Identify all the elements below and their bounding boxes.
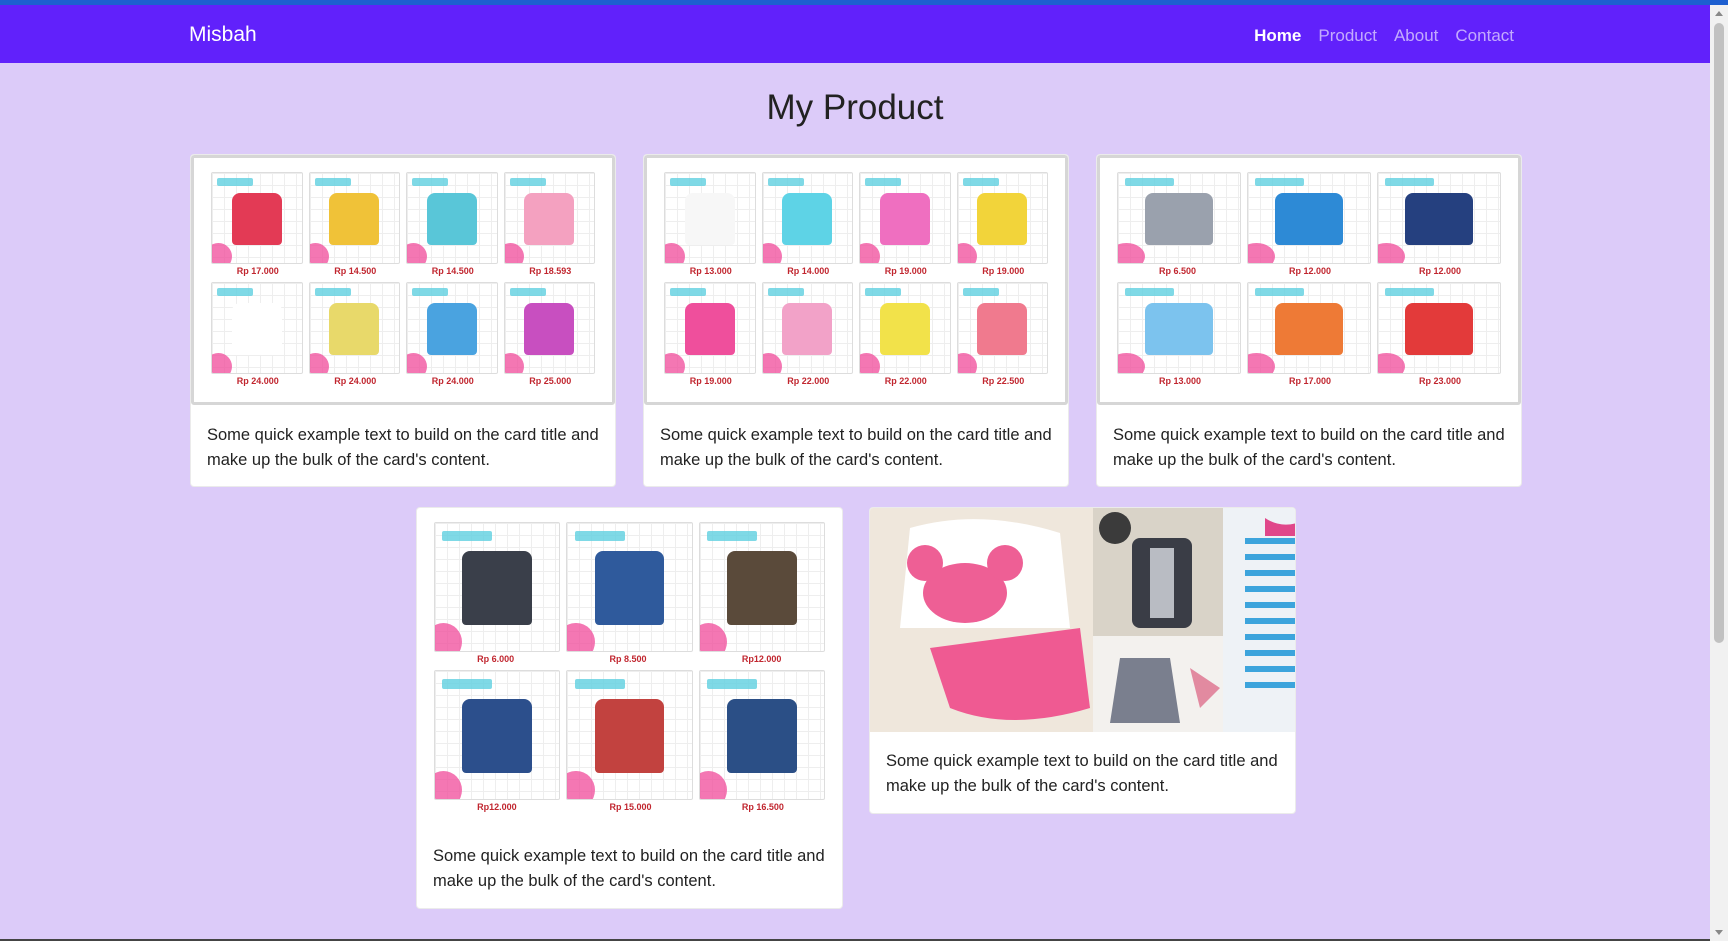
price-tag: Rp 17.000 [1289, 376, 1332, 386]
page-title: My Product [766, 88, 944, 127]
price-tag: Rp 14.500 [431, 266, 474, 276]
scrollbar-thumb[interactable] [1714, 23, 1724, 643]
price-tag: Rp 14.000 [787, 266, 830, 276]
product-photo-collage [870, 508, 1295, 732]
product-thumbnail [308, 172, 400, 264]
scroll-down-arrow-icon[interactable] [1715, 930, 1723, 935]
price-tag: Rp 22.000 [884, 376, 927, 386]
product-thumbnail [698, 670, 825, 800]
product-thumbnail [434, 522, 561, 652]
product-image-2: Rp 13.000 Rp 14.000 Rp 19.000 Rp 19.000 Rp 1… [644, 155, 1068, 405]
price-tag: Rp 17.000 [236, 266, 279, 276]
price-tag: Rp 6.000 [477, 654, 515, 664]
product-thumbnail [406, 282, 498, 374]
price-tag: Rp12.000 [477, 802, 517, 812]
product-thumbnail [503, 172, 595, 264]
product-thumbnail [761, 282, 853, 374]
price-tag: Rp 8.500 [609, 654, 647, 664]
product-thumbnail [698, 522, 825, 652]
price-tag: Rp 16.500 [741, 802, 784, 812]
product-image-4: Rp 6.000 Rp 8.500 Rp12.000 Rp12.000 Rp 15.00… [417, 508, 842, 828]
product-thumbnail [566, 670, 693, 800]
price-tag: Rp 18.593 [529, 266, 572, 276]
page-scrollbar[interactable] [1710, 5, 1728, 941]
product-thumbnail [1377, 172, 1501, 264]
price-tag: Rp 24.000 [236, 376, 279, 386]
card-text-3: Some quick example text to build on the … [1113, 426, 1505, 469]
price-tag: Rp 25.000 [529, 376, 572, 386]
product-thumbnail [503, 282, 595, 374]
product-thumbnail [664, 172, 756, 264]
price-tag: Rp 23.000 [1419, 376, 1462, 386]
scroll-up-arrow-icon[interactable] [1715, 11, 1723, 16]
price-tag: Rp 19.000 [884, 266, 927, 276]
price-tag: Rp 13.000 [689, 266, 732, 276]
product-card-2[interactable]: Rp 13.000 Rp 14.000 Rp 19.000 Rp 19.000 Rp 1… [643, 154, 1069, 487]
price-tag: Rp 24.000 [431, 376, 474, 386]
card-text-5: Some quick example text to build on the … [886, 752, 1278, 795]
product-card-3[interactable]: Rp 6.500 Rp 12.000 Rp 12.000 Rp 13.000 Rp 17… [1096, 154, 1522, 487]
product-thumbnail [1117, 282, 1241, 374]
product-thumbnail [859, 282, 951, 374]
product-thumbnail [308, 282, 400, 374]
product-image-1: Rp 17.000 Rp 14.500 Rp 14.500 Rp 18.593 Rp 2… [191, 155, 615, 405]
product-thumbnail [1117, 172, 1241, 264]
product-card-1[interactable]: Rp 17.000 Rp 14.500 Rp 14.500 Rp 18.593 Rp 2… [190, 154, 616, 487]
nav-link-about[interactable]: About [1394, 26, 1438, 46]
nav-link-home[interactable]: Home [1254, 26, 1301, 46]
price-tag: Rp 6.500 [1159, 266, 1197, 276]
price-tag: Rp 22.000 [787, 376, 830, 386]
card-text-1: Some quick example text to build on the … [207, 426, 599, 469]
product-thumbnail [1377, 282, 1501, 374]
product-thumbnail [211, 282, 303, 374]
price-tag: Rp 19.000 [689, 376, 732, 386]
product-thumbnail [664, 282, 756, 374]
navbar-brand[interactable]: Misbah [189, 23, 257, 47]
price-tag: Rp12.000 [741, 654, 782, 664]
product-thumbnail [406, 172, 498, 264]
price-tag: Rp 22.500 [982, 376, 1025, 386]
product-thumbnail [956, 172, 1048, 264]
price-tag: Rp 14.500 [334, 266, 377, 276]
product-card-4[interactable]: Rp 6.000 Rp 8.500 Rp12.000 Rp12.000 Rp 15.00… [416, 507, 843, 909]
price-tag: Rp 19.000 [982, 266, 1025, 276]
navbar: Misbah Home Product About Contact [0, 5, 1710, 63]
card-text-4: Some quick example text to build on the … [433, 847, 825, 890]
price-tag: Rp 12.000 [1419, 266, 1462, 276]
product-thumbnail [434, 670, 561, 800]
price-tag: Rp 15.000 [609, 802, 652, 812]
product-thumbnail [566, 522, 693, 652]
nav-link-contact[interactable]: Contact [1455, 26, 1514, 46]
product-image-5 [870, 508, 1295, 732]
product-thumbnail [859, 172, 951, 264]
product-thumbnail [1247, 282, 1371, 374]
nav-links: Home Product About Contact [1254, 26, 1514, 46]
product-image-3: Rp 6.500 Rp 12.000 Rp 12.000 Rp 13.000 Rp 17… [1097, 155, 1521, 405]
product-card-5[interactable]: Some quick example text to build on the … [869, 507, 1296, 814]
nav-link-product[interactable]: Product [1318, 26, 1377, 46]
card-text-2: Some quick example text to build on the … [660, 426, 1052, 469]
product-thumbnail [211, 172, 303, 264]
product-thumbnail [956, 282, 1048, 374]
product-thumbnail [761, 172, 853, 264]
product-thumbnail [1247, 172, 1371, 264]
price-tag: Rp 24.000 [334, 376, 377, 386]
price-tag: Rp 12.000 [1289, 266, 1332, 276]
price-tag: Rp 13.000 [1159, 376, 1202, 386]
